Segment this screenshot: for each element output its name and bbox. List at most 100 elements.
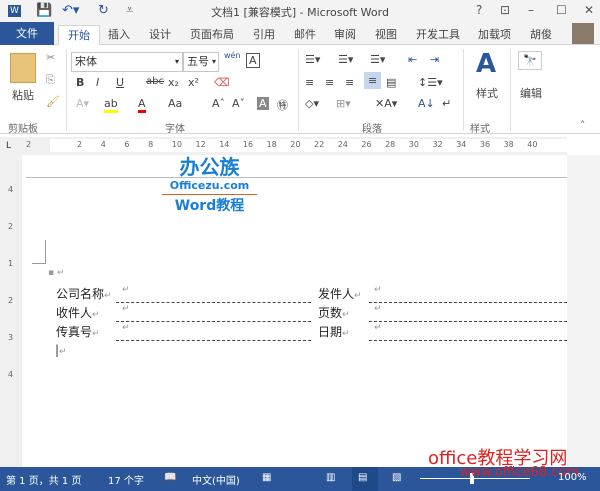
form-field[interactable]: ↵ xyxy=(122,304,130,314)
char-border-icon[interactable]: A xyxy=(246,53,260,68)
decrease-indent-icon[interactable]: ⇤ xyxy=(408,53,417,66)
user-name[interactable]: 胡俊 xyxy=(530,26,552,42)
tab-layout[interactable]: 页面布局 xyxy=(190,26,234,42)
field-underline xyxy=(369,340,572,341)
read-mode-icon[interactable]: ▥ xyxy=(326,472,335,483)
italic-button[interactable]: I xyxy=(96,76,99,89)
line-spacing-icon[interactable]: ↕☰▾ xyxy=(418,76,443,89)
change-case-button[interactable]: Aa xyxy=(168,97,182,110)
form-label-text: 发件人 xyxy=(318,287,355,301)
close-icon[interactable]: ✕ xyxy=(584,3,594,17)
enclose-char-icon[interactable]: ㊕ xyxy=(277,97,288,113)
ruler-tick-label: 4 xyxy=(100,140,106,149)
document-page[interactable]: 办公族 Officezu.com Word教程 ▪ ↵ 公司名称↵↵发件人↵↵↵… xyxy=(22,155,600,467)
macro-icon[interactable]: ▦ xyxy=(262,472,271,483)
distributed-icon[interactable]: ▤ xyxy=(386,76,396,89)
help-icon[interactable]: ? xyxy=(476,3,482,17)
ruler-tick-label: 30 xyxy=(408,140,419,149)
tab-review[interactable]: 审阅 xyxy=(334,26,356,42)
vertical-scrollbar[interactable] xyxy=(567,155,600,467)
proofing-icon[interactable]: 📖 xyxy=(164,472,176,483)
paste-icon[interactable] xyxy=(10,53,36,83)
form-label-text: 公司名称 xyxy=(56,287,105,301)
form-field[interactable]: ↵ xyxy=(122,285,130,295)
asian-layout-icon[interactable]: ✕A▾ xyxy=(375,97,397,110)
highlight-icon[interactable]: ab xyxy=(104,97,118,113)
language[interactable]: 中文(中国) xyxy=(192,472,240,487)
zoom-level[interactable]: 100% xyxy=(558,472,587,483)
styles-icon[interactable]: A xyxy=(476,49,496,79)
ruler-tick-label: 36 xyxy=(479,140,491,149)
font-name-select[interactable]: 宋体 ▾ xyxy=(71,52,183,72)
vruler-tick-label: 3 xyxy=(8,333,14,342)
find-icon[interactable]: 🔭 xyxy=(518,51,542,70)
grow-font-icon[interactable]: Aˆ xyxy=(212,97,225,110)
phonetic-guide-icon[interactable]: wén xyxy=(224,51,241,60)
increase-indent-icon[interactable]: ⇥ xyxy=(430,53,439,66)
cut-icon[interactable]: ✂ xyxy=(46,51,55,64)
tab-view[interactable]: 视图 xyxy=(375,26,397,42)
maximize-icon[interactable]: ☐ xyxy=(556,3,567,17)
multilevel-list-icon[interactable]: ☰▾ xyxy=(370,53,385,66)
font-size-select[interactable]: 五号 ▾ xyxy=(183,52,219,72)
subscript-button[interactable]: x₂ xyxy=(168,76,179,89)
strikethrough-button[interactable]: abc xyxy=(146,76,164,87)
tab-selector[interactable]: L xyxy=(0,137,22,155)
tab-developer[interactable]: 开发工具 xyxy=(416,26,460,42)
page-count[interactable]: 第 1 页，共 1 页 xyxy=(6,472,81,487)
collapse-ribbon-icon[interactable]: ˄ xyxy=(580,119,586,132)
format-painter-icon[interactable]: 🖌 xyxy=(46,95,60,108)
logo-site: Officezu.com xyxy=(162,179,257,195)
shading-icon[interactable]: ◇▾ xyxy=(305,97,319,110)
paste-button[interactable]: 粘贴 xyxy=(12,87,34,103)
text-effects-icon[interactable]: A▾ xyxy=(76,97,89,110)
tab-mailings[interactable]: 邮件 xyxy=(294,26,316,42)
form-field[interactable]: ↵ xyxy=(374,285,382,295)
print-layout-icon[interactable]: ▤ xyxy=(352,467,378,491)
form-label: 传真号↵ xyxy=(56,325,100,339)
minimize-icon[interactable]: – xyxy=(528,3,534,17)
ruler-tick-label: 28 xyxy=(385,140,396,149)
form-field[interactable]: ↵ xyxy=(374,323,382,333)
ruler-tick-label: 20 xyxy=(290,140,301,149)
font-color-icon[interactable]: A xyxy=(138,97,146,113)
ribbon-display-icon[interactable]: ⊡ xyxy=(500,3,510,17)
align-center-icon[interactable]: ≡ xyxy=(325,76,334,89)
tab-home[interactable]: 开始 xyxy=(58,25,100,46)
tab-references[interactable]: 引用 xyxy=(253,26,275,42)
shrink-font-icon[interactable]: Aˇ xyxy=(232,97,245,110)
web-layout-icon[interactable]: ▧ xyxy=(392,472,401,483)
word-count[interactable]: 17 个字 xyxy=(108,472,144,487)
horizontal-ruler[interactable]: 2 2 4 6 8 10 12 14 16 18 20 22 24 26 28 30 32 34 36 38 40 xyxy=(22,137,570,155)
tab-insert[interactable]: 插入 xyxy=(108,26,130,42)
sort-icon[interactable]: A↓ xyxy=(418,97,435,110)
vruler-tick-label: 4 xyxy=(8,185,14,194)
align-right-icon[interactable]: ≡ xyxy=(345,76,354,89)
styles-button[interactable]: 样式 xyxy=(476,85,498,101)
bullets-icon[interactable]: ☰▾ xyxy=(305,53,320,66)
show-marks-icon[interactable]: ↵ xyxy=(442,97,451,110)
bold-button[interactable]: B xyxy=(76,76,84,89)
text-cursor[interactable]: |↵ xyxy=(55,343,67,357)
editing-button[interactable]: 编辑 xyxy=(520,85,542,101)
vertical-ruler[interactable]: 4 2 1 2 3 4 xyxy=(0,155,22,467)
align-left-icon[interactable]: ≡ xyxy=(305,76,314,89)
avatar[interactable] xyxy=(572,23,594,44)
char-shading-icon[interactable]: A xyxy=(257,97,269,110)
logo-brand: 办公族 xyxy=(179,155,240,179)
borders-icon[interactable]: ⊞▾ xyxy=(336,97,351,110)
styles-group-label: 样式 xyxy=(470,124,490,135)
copy-icon[interactable]: ⎘ xyxy=(46,73,55,87)
ruler-tick-label: 2 xyxy=(77,140,83,149)
numbering-icon[interactable]: ☰▾ xyxy=(338,53,353,66)
form-field[interactable]: ↵ xyxy=(122,323,130,333)
font-group-label: 字体 xyxy=(165,124,185,135)
superscript-button[interactable]: x² xyxy=(188,76,199,89)
underline-button[interactable]: U xyxy=(116,76,124,89)
tab-design[interactable]: 设计 xyxy=(149,26,171,42)
form-field[interactable]: ↵ xyxy=(374,304,382,314)
justify-icon[interactable]: ≡ xyxy=(364,72,382,89)
clear-format-icon[interactable]: ⌫ xyxy=(214,76,230,89)
tab-addins[interactable]: 加载项 xyxy=(478,26,511,42)
tab-file[interactable]: 文件 xyxy=(0,22,54,45)
